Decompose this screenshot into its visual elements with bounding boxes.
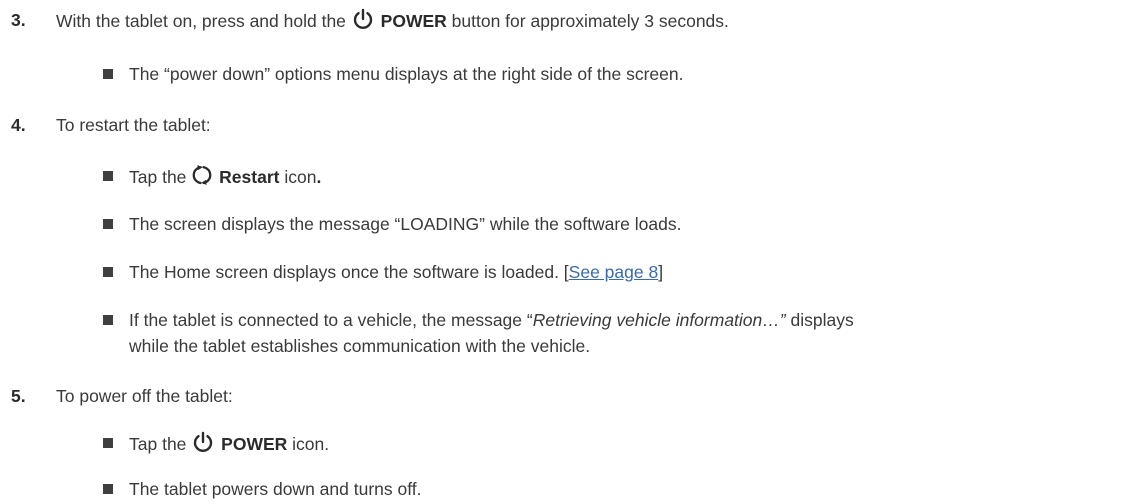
bullet-square [103,315,113,325]
step-text: With the tablet on, press and hold the P… [56,8,729,33]
retrieving-message: Retrieving vehicle information…” [532,310,786,330]
step-text-before: With the tablet on, press and hold the [56,11,346,31]
bullet-text: The screen displays the message “LOADING… [129,214,682,234]
bullet-text-after: icon [284,167,317,187]
bullet-square [103,171,113,181]
power-icon [353,8,372,30]
bullet-text: The Home screen displays once the softwa… [129,260,663,284]
bullet-text-line2: while the tablet establishes communicati… [129,336,591,356]
bold-period: . [316,167,322,187]
power-label: POWER [380,11,447,31]
step-text-after: button for approximately 3 seconds. [451,11,729,31]
step-4: 4. To restart the tablet: [0,113,1139,139]
bullet-text: If the tablet is connected to a vehicle,… [129,308,854,332]
step-text: To power off the tablet: [56,386,233,406]
list-item: The Home screen displays once the softwa… [0,260,1139,286]
step-number: 4. [11,115,26,135]
bullet-text: The “power down” options menu displays a… [129,64,684,84]
bullet-text-after: displays [785,310,854,330]
power-label: POWER [221,434,288,454]
bullet-text-after: icon. [292,434,330,454]
step-5: 5. To power off the tablet: [0,384,1139,410]
bullet-square [103,69,113,79]
bullet-text-before: Tap the [129,434,187,454]
restart-label: Restart [219,167,280,187]
bullet-text-after: ] [658,262,664,282]
bullet-square [103,484,113,494]
step-text: To restart the tablet: [56,115,211,135]
list-item: The “power down” options menu displays a… [0,62,1139,88]
step-number: 3. [11,10,26,30]
bullet-text: Tap the POWER icon. [129,431,329,456]
step-3: 3. With the tablet on, press and hold th… [0,8,1139,34]
restart-icon [192,165,212,185]
bullet-text-before: If the tablet is connected to a vehicle,… [129,310,533,330]
bullet-text: The tablet powers down and turns off. [129,479,422,499]
list-item: If the tablet is connected to a vehicle,… [0,308,1139,360]
bullet-text: Tap the Restart icon. [129,164,321,189]
power-icon [194,431,213,453]
bullet-square [103,438,113,448]
step-number: 5. [11,386,26,406]
list-item: The screen displays the message “LOADING… [0,212,1139,238]
list-item: Tap the POWER icon. [0,431,1139,457]
see-page-8-link[interactable]: See page 8 [569,262,659,282]
bullet-text-before: The Home screen displays once the softwa… [129,262,569,282]
bullet-square [103,267,113,277]
bullet-square [103,219,113,229]
list-item: The tablet powers down and turns off. [0,477,1139,503]
list-item: Tap the Restart icon. [0,164,1139,190]
bullet-text-before: Tap the [129,167,187,187]
